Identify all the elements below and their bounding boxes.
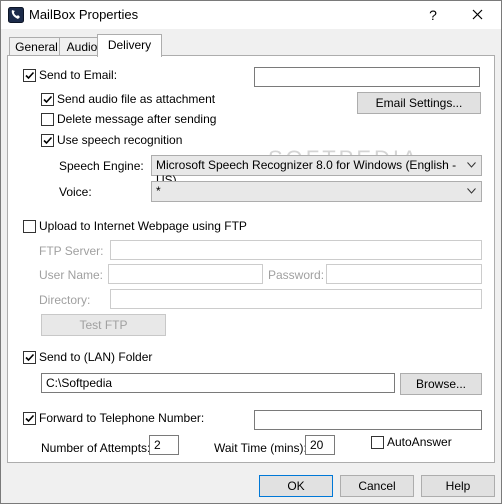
autoanswer-checkbox[interactable] [371,436,384,449]
user-name-label: User Name: [39,268,104,282]
send-lan-checkbox[interactable] [23,351,36,364]
user-name-field[interactable] [108,264,263,284]
speech-recognition-checkbox[interactable] [41,134,54,147]
cancel-button[interactable]: Cancel [340,475,414,497]
attempts-label: Number of Attempts: [41,441,151,455]
attach-audio-label: Send audio file as attachment [57,92,216,106]
ftp-server-field[interactable] [110,240,482,260]
chevron-down-icon [467,162,476,168]
browse-button[interactable]: Browse... [400,373,482,395]
close-button[interactable] [463,4,491,26]
checkmark-icon [43,95,53,104]
email-address-field[interactable] [254,67,480,87]
password-label: Password: [268,268,325,282]
telephone-number-field[interactable] [254,410,482,430]
speech-recognition-label: Use speech recognition [57,133,183,147]
tab-general[interactable]: General [9,37,64,56]
forward-telephone-checkbox[interactable] [23,412,36,425]
attempts-field[interactable]: 2 [149,435,179,455]
window-title: MailBox Properties [29,7,139,22]
checkmark-icon [25,414,35,423]
delivery-panel: SOFTPEDIA Send to Email: Send audio file… [7,55,495,463]
checkmark-icon [43,136,53,145]
attach-audio-checkbox[interactable] [41,93,54,106]
email-settings-button[interactable]: Email Settings... [357,92,481,114]
voice-dropdown[interactable]: * [151,181,482,202]
close-icon [472,9,482,20]
autoanswer-label: AutoAnswer [387,435,452,449]
forward-telephone-label: Forward to Telephone Number: [39,411,205,425]
password-field[interactable] [326,264,482,284]
speech-engine-dropdown[interactable]: Microsoft Speech Recognizer 8.0 for Wind… [151,155,482,187]
delete-after-sending-checkbox[interactable] [41,113,54,126]
lan-folder-path-field[interactable]: C:\Softpedia [41,373,395,393]
wait-time-field[interactable]: 20 [305,435,335,455]
wait-time-label: Wait Time (mins): [214,441,307,455]
checkmark-icon [25,71,35,80]
upload-ftp-label: Upload to Internet Webpage using FTP [39,219,247,233]
dialog-window: MailBox Properties ? General Audio Deliv… [0,0,502,504]
help-button[interactable]: Help [421,475,495,497]
ok-button[interactable]: OK [259,475,333,497]
checkmark-icon [25,353,35,362]
chevron-down-icon [467,188,476,194]
test-ftp-button[interactable]: Test FTP [41,314,166,336]
send-lan-label: Send to (LAN) Folder [39,350,153,364]
tab-delivery[interactable]: Delivery [97,34,162,57]
voice-value: * [156,184,161,198]
directory-label: Directory: [39,293,91,307]
delete-after-sending-label: Delete message after sending [57,112,217,126]
title-bar[interactable]: MailBox Properties ? [1,1,501,29]
speech-engine-label: Speech Engine: [59,159,144,173]
send-email-label: Send to Email: [39,68,118,82]
ftp-server-label: FTP Server: [39,244,104,258]
directory-field[interactable] [110,289,482,309]
send-email-checkbox[interactable] [23,69,36,82]
help-title-button[interactable]: ? [419,4,447,26]
voice-label: Voice: [59,185,92,199]
upload-ftp-checkbox[interactable] [23,220,36,233]
app-phone-icon [8,7,24,23]
